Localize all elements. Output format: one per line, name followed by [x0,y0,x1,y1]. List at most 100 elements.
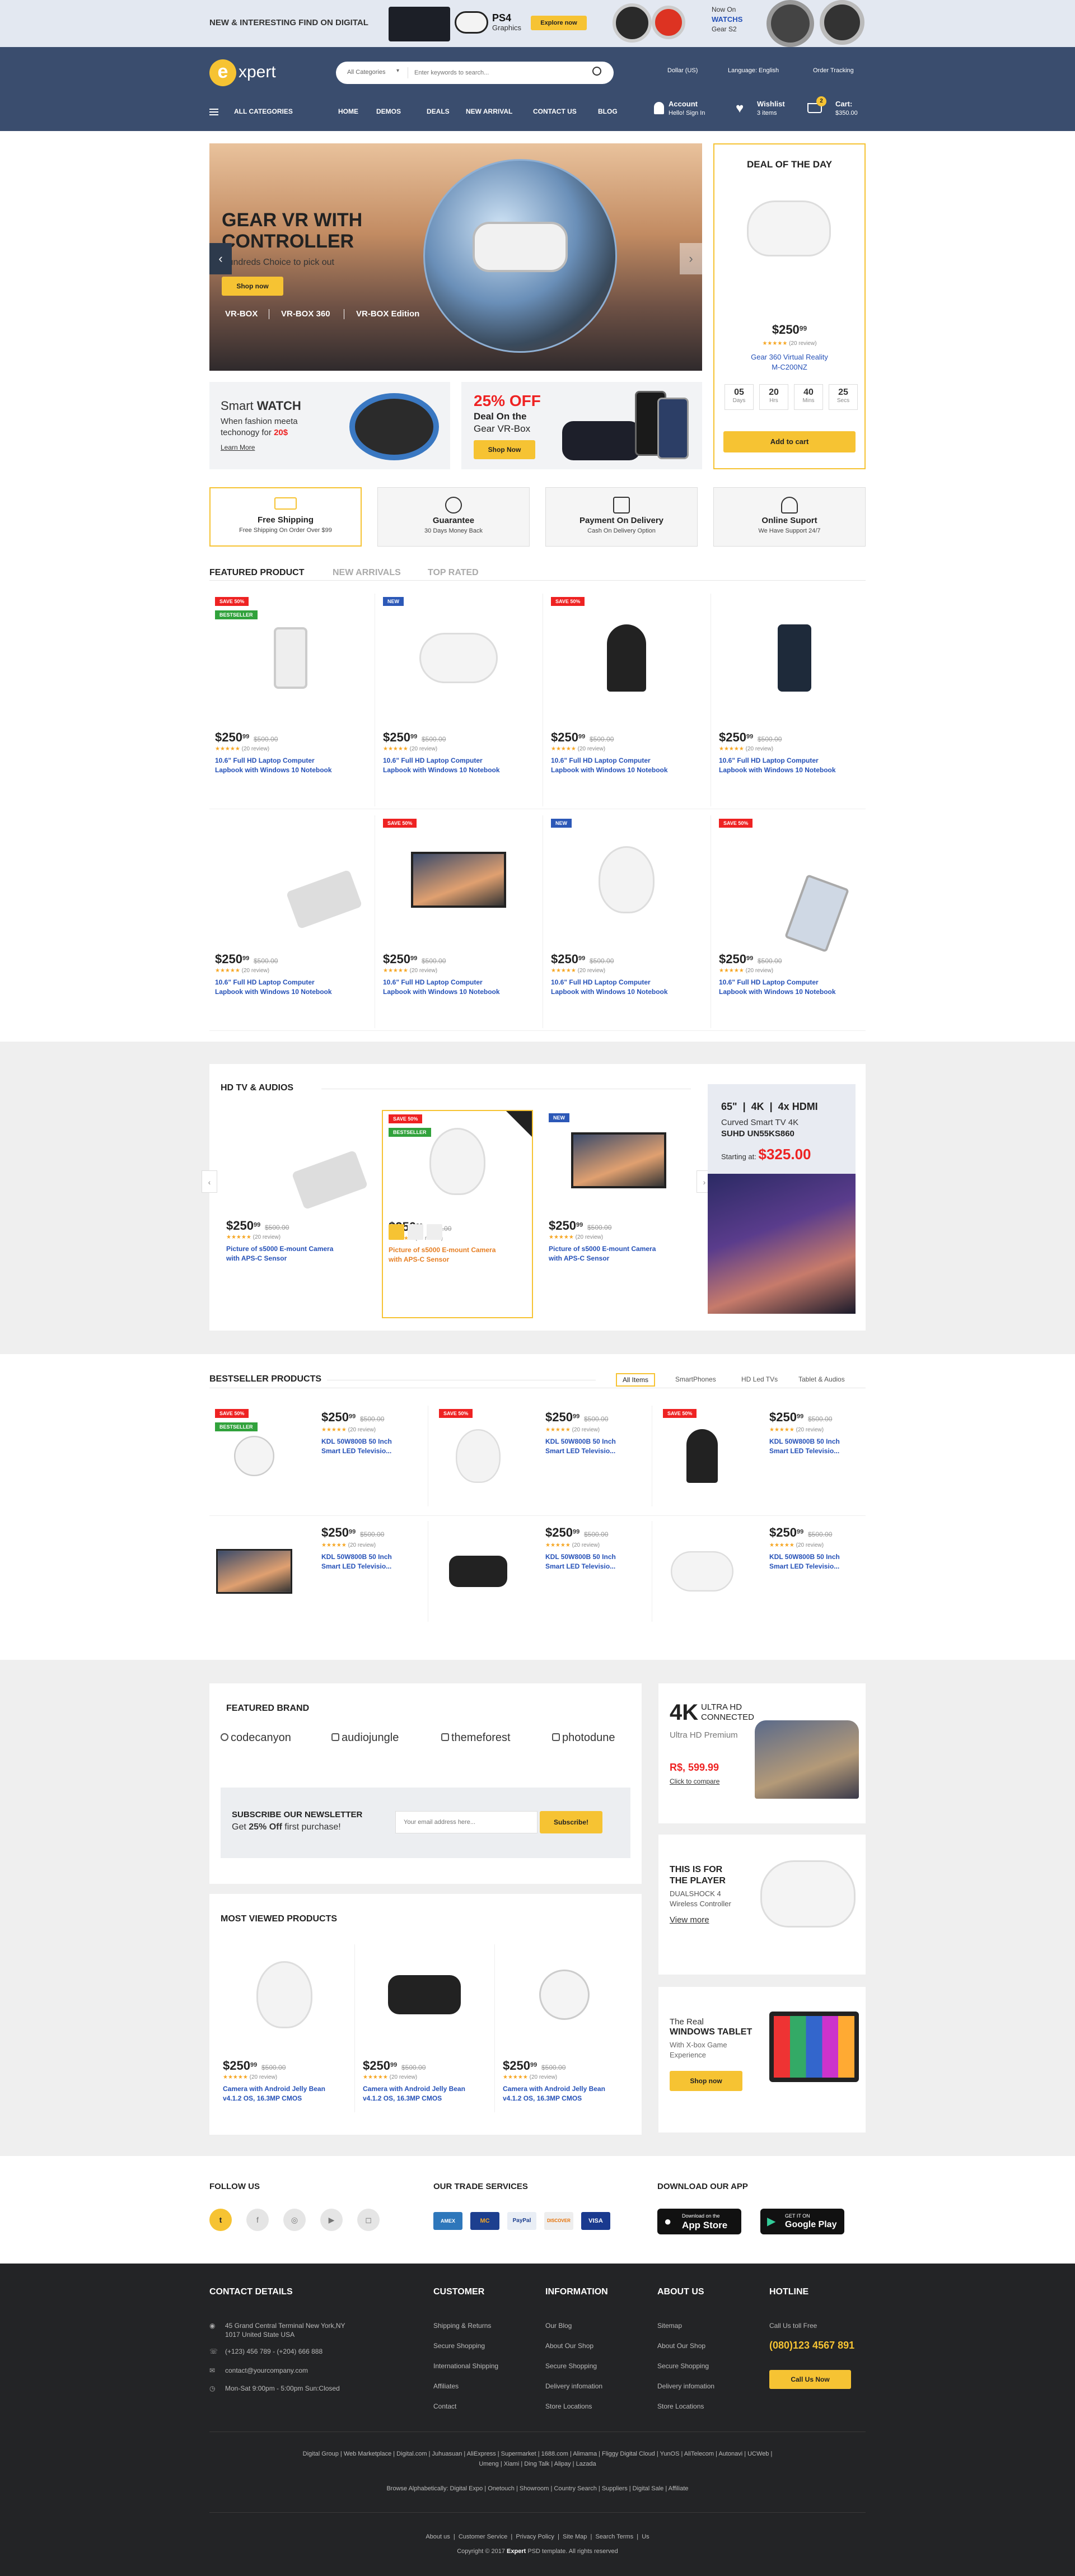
promo-gear-vr[interactable]: 25% OFF Deal On the Gear VR-Box Shop Now [461,382,702,469]
learn-more-link[interactable]: Learn More [221,444,255,451]
product-name[interactable]: Picture of s5000 E-mount Camera with APS-… [389,1245,529,1264]
account-label[interactable]: Account [669,100,698,108]
footer-link[interactable]: Store Locations [545,2402,592,2410]
next-arrow-icon[interactable]: › [680,243,702,274]
product-card[interactable]: $25099 $500.00 ★★★★★ (20 review) 10.6" Ful… [209,815,372,1032]
brand-codecanyon[interactable]: codecanyon [221,1732,291,1744]
facebook-icon[interactable]: f [246,2209,269,2231]
brand-audiojungle[interactable]: audiojungle [331,1732,399,1744]
product-image[interactable] [274,627,307,689]
ad4k-compare-link[interactable]: Click to compare [670,1777,719,1785]
product-image[interactable] [456,1429,501,1483]
filter-tablet-audios[interactable]: Tablet & Audios [798,1375,845,1383]
controller-image[interactable] [747,200,831,256]
product-name[interactable]: Picture of s5000 E-mount Camera with APS-… [226,1244,366,1263]
product-name[interactable]: Camera with Android Jelly Bean v4.1.2 OS,… [503,2084,626,2103]
bestseller-item[interactable]: $25099 $500.00 ★★★★★ (20 review) KDL 50W80… [657,1521,870,1622]
product-image[interactable] [571,1132,666,1188]
product-image[interactable] [449,1556,507,1587]
explore-button[interactable]: Explore now [531,16,587,30]
footer-link[interactable]: Store Locations [657,2402,704,2410]
subscribe-button[interactable]: Subscribe! [540,1811,602,1833]
product-card[interactable]: SAVE 50%BESTSELLER$25099 $500.00★★★★★ (2… [382,1110,533,1318]
product-image[interactable] [784,874,850,953]
feature-support[interactable]: Online Suport We Have Support 24/7 [713,487,866,547]
nav-demos[interactable]: DEMOS [376,108,401,115]
search-input[interactable] [414,67,577,78]
bottom-link[interactable]: Privacy Policy [516,2533,554,2540]
product-image[interactable] [256,1961,312,2028]
tab-new-arrivals[interactable]: NEW ARRIVALS [333,568,401,578]
feature-payment[interactable]: Payment On Delivery Cash On Delivery Opt… [545,487,698,547]
hero-link-vrbox360[interactable]: VR-BOX 360 [281,309,330,319]
nav-home[interactable]: HOME [338,108,358,115]
product-card[interactable]: SAVE 50% $25099 $500.00 ★★★★★ (20 review) 1… [545,594,708,810]
language-select[interactable]: Language: English [728,67,779,74]
bottom-link[interactable]: About us [426,2533,450,2540]
hero-shop-button[interactable]: Shop now [222,277,283,296]
product-image[interactable] [539,1970,590,2020]
footer-link[interactable]: International Shipping [433,2362,498,2370]
product-card[interactable]: $25099 $500.00 ★★★★★ (20 review) Camera wi… [357,1939,492,2124]
ad-windows-tablet[interactable]: The Real WINDOWS TABLET With X-box Game … [658,1987,866,2132]
product-card[interactable]: SAVE 50% $25099 $500.00 ★★★★★ (20 review) 1… [377,815,540,1032]
feature-guarantee[interactable]: Guarantee 30 Days Money Back [377,487,530,547]
dribbble-icon[interactable]: ◎ [283,2209,306,2231]
product-name[interactable]: 10.6" Full HD Laptop Computer Lapbook wit… [215,756,366,775]
ad-player[interactable]: THIS IS FOR THE PLAYER DUALSHOCK 4 Wirel… [658,1835,866,1975]
google-play-button[interactable]: ▶ GET IT ON Google Play [760,2209,844,2234]
product-name[interactable]: Picture of s5000 E-mount Camera with APS-… [549,1244,689,1263]
product-name[interactable]: 10.6" Full HD Laptop Computer Lapbook wit… [551,978,702,997]
product-card[interactable]: $25099 $500.00 ★★★★★ (20 review) Camera wi… [497,1939,632,2124]
bestseller-item[interactable]: SAVE 50% BESTSELLER $25099 $500.00 ★★★★★ (2… [209,1406,422,1506]
footer-link[interactable]: Delivery infomation [545,2382,602,2390]
product-name[interactable]: 10.6" Full HD Laptop Computer Lapbook wit… [215,978,366,997]
bottom-link[interactable]: Site Map [563,2533,587,2540]
bottom-link[interactable]: Us [642,2533,649,2540]
category-select[interactable]: All Categories [347,69,385,76]
nav-deals[interactable]: DEALS [427,108,450,115]
twitter-icon[interactable]: t [209,2209,232,2231]
view-more-link[interactable]: View more [670,1915,709,1925]
contact-email[interactable]: contact@yourcompany.com [225,2367,308,2374]
product-image[interactable] [671,1551,733,1592]
nav-contact-us[interactable]: CONTACT US [533,108,577,115]
deal-name-1[interactable]: Gear 360 Virtual Reality [714,353,864,361]
product-card[interactable]: SAVE 50%BESTSELLER$25099 $500.00★★★★★ (2… [209,594,372,810]
product-card[interactable]: NEW $25099 $500.00 ★★★★★ (20 review) 10.6" … [545,815,708,1032]
hdtv-prev-icon[interactable]: ‹ [202,1170,217,1193]
footer-link[interactable]: Secure Shopping [657,2362,709,2370]
product-image[interactable] [216,1549,292,1594]
cart-label[interactable]: Cart: [835,100,852,108]
bestseller-item[interactable]: $25099 $500.00 ★★★★★ (20 review) KDL 50W80… [209,1521,422,1622]
product-image[interactable] [286,869,363,930]
footer-link[interactable]: Shipping & Returns [433,2322,491,2330]
bestseller-item[interactable]: $25099 $500.00 ★★★★★ (20 review) KDL 50W80… [433,1521,646,1622]
product-card[interactable]: $25099 $500.00 ★★★★★ (20 review) Picture o… [221,1110,372,1318]
heart-icon[interactable] [408,1224,423,1240]
footer-link[interactable]: About Our Shop [545,2342,593,2350]
hero-slider[interactable]: GEAR VR WITH CONTROLLER Hundreds Choice … [209,143,702,371]
footer-link[interactable]: Sitemap [657,2322,682,2330]
footer-link[interactable]: Affiliates [433,2382,459,2390]
hero-link-vrbox[interactable]: VR-BOX [225,309,258,319]
bottom-link[interactable]: Search Terms [595,2533,633,2540]
product-image[interactable] [291,1150,368,1210]
product-name[interactable]: KDL 50W800B 50 Inch Smart LED Televisio..… [769,1552,864,1571]
product-image[interactable] [388,1975,461,2014]
youtube-icon[interactable]: ▶ [320,2209,343,2231]
instagram-icon[interactable]: ◻ [357,2209,380,2231]
user-icon[interactable] [654,102,664,114]
footer-browse-links[interactable]: Browse Alphabetically: Digital Expo | On… [209,2485,866,2492]
footer-partner-links[interactable]: Digital Group | Web Marketplace | Digita… [209,2451,866,2457]
product-name[interactable]: 10.6" Full HD Laptop Computer Lapbook wit… [383,756,534,775]
hero-link-vrbox-edition[interactable]: VR-BOX Edition [356,309,419,319]
footer-link[interactable]: Secure Shopping [433,2342,485,2350]
footer-link[interactable]: Our Blog [545,2322,572,2330]
footer-link[interactable]: Contact [433,2402,456,2410]
prev-arrow-icon[interactable]: ‹ [209,243,232,274]
product-image[interactable] [234,1436,274,1476]
compare-icon[interactable] [427,1224,442,1240]
product-name[interactable]: 10.6" Full HD Laptop Computer Lapbook wit… [383,978,534,997]
product-card[interactable]: $25099 $500.00 ★★★★★ (20 review) 10.6" Ful… [713,594,876,810]
